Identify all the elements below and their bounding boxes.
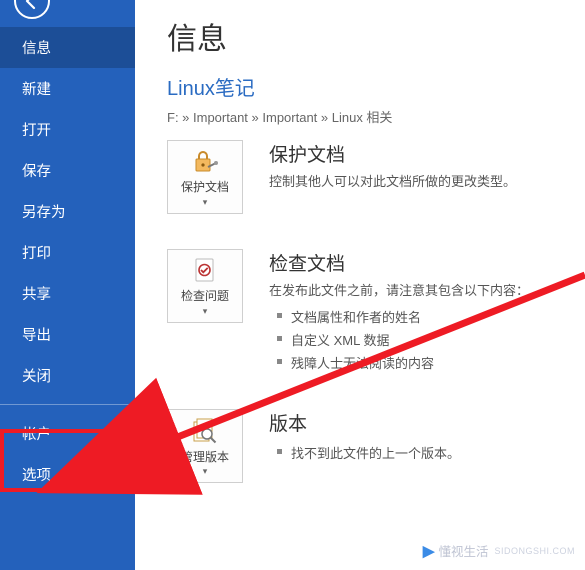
list-item: 找不到此文件的上一个版本。 [275,441,567,464]
breadcrumb: F: » Important » Important » Linux 相关 [167,107,567,126]
backstage-sidebar: 信息 新建 打开 保存 另存为 打印 共享 导出 关闭 帐户 选项 [0,0,135,570]
chevron-down-icon: ▾ [203,466,208,477]
chevron-down-icon: ▾ [203,306,208,317]
sidebar-item-saveas[interactable]: 另存为 [0,191,135,232]
sidebar-item-save[interactable]: 保存 [0,150,135,191]
versions-title: 版本 [269,409,567,436]
chevron-down-icon: ▾ [203,197,208,208]
manage-versions-tile[interactable]: 管理版本 ▾ [167,409,243,483]
sidebar-item-export[interactable]: 导出 [0,314,135,355]
watermark-sub: SIDONGSHI.COM [494,546,575,556]
list-item: 文档属性和作者的姓名 [275,305,567,328]
inspect-document-section: 检查问题 ▾ 检查文档 在发布此文件之前，请注意其包含以下内容： 文档属性和作者… [167,249,567,374]
inspect-title: 检查文档 [269,249,567,276]
watermark-text: 懂视生活 [438,541,488,560]
sidebar-item-close[interactable]: 关闭 [0,355,135,396]
inspect-document-tile[interactable]: 检查问题 ▾ [167,249,243,323]
inspect-desc: 在发布此文件之前，请注意其包含以下内容： [269,281,567,301]
sidebar-item-info[interactable]: 信息 [0,27,135,68]
protect-title: 保护文档 [269,140,567,167]
sidebar-item-new[interactable]: 新建 [0,68,135,109]
protect-document-tile[interactable]: 保护文档 ▾ [167,140,243,214]
lock-icon [190,146,220,178]
sidebar-item-options[interactable]: 选项 [0,454,135,495]
versions-list: 找不到此文件的上一个版本。 [275,441,567,464]
sidebar-item-open[interactable]: 打开 [0,109,135,150]
page-title: 信息 [167,14,567,58]
list-item: 自定义 XML 数据 [275,328,567,351]
main-content: 信息 Linux笔记 F: » Important » Important » … [135,0,585,570]
document-title: Linux笔记 [167,72,567,101]
sidebar-separator [0,404,135,405]
sidebar-item-print[interactable]: 打印 [0,232,135,273]
inspect-list: 文档属性和作者的姓名 自定义 XML 数据 残障人士无法阅读的内容 [275,305,567,374]
sidebar-item-share[interactable]: 共享 [0,273,135,314]
protect-document-section: 保护文档 ▾ 保护文档 控制其他人可以对此文档所做的更改类型。 [167,140,567,214]
versions-section: 管理版本 ▾ 版本 找不到此文件的上一个版本。 [167,409,567,483]
watermark-icon: ▶ [423,542,435,560]
watermark: ▶ 懂视生活 SIDONGSHI.COM [423,541,575,560]
tile-label: 检查问题 [181,289,229,303]
tile-label: 管理版本 [181,450,229,464]
tile-label: 保护文档 [181,180,229,194]
list-item: 残障人士无法阅读的内容 [275,351,567,374]
back-arrow-icon[interactable] [14,0,50,19]
protect-desc: 控制其他人可以对此文档所做的更改类型。 [269,172,567,192]
versions-icon [190,416,220,448]
inspect-icon [190,255,220,287]
sidebar-item-account[interactable]: 帐户 [0,413,135,454]
